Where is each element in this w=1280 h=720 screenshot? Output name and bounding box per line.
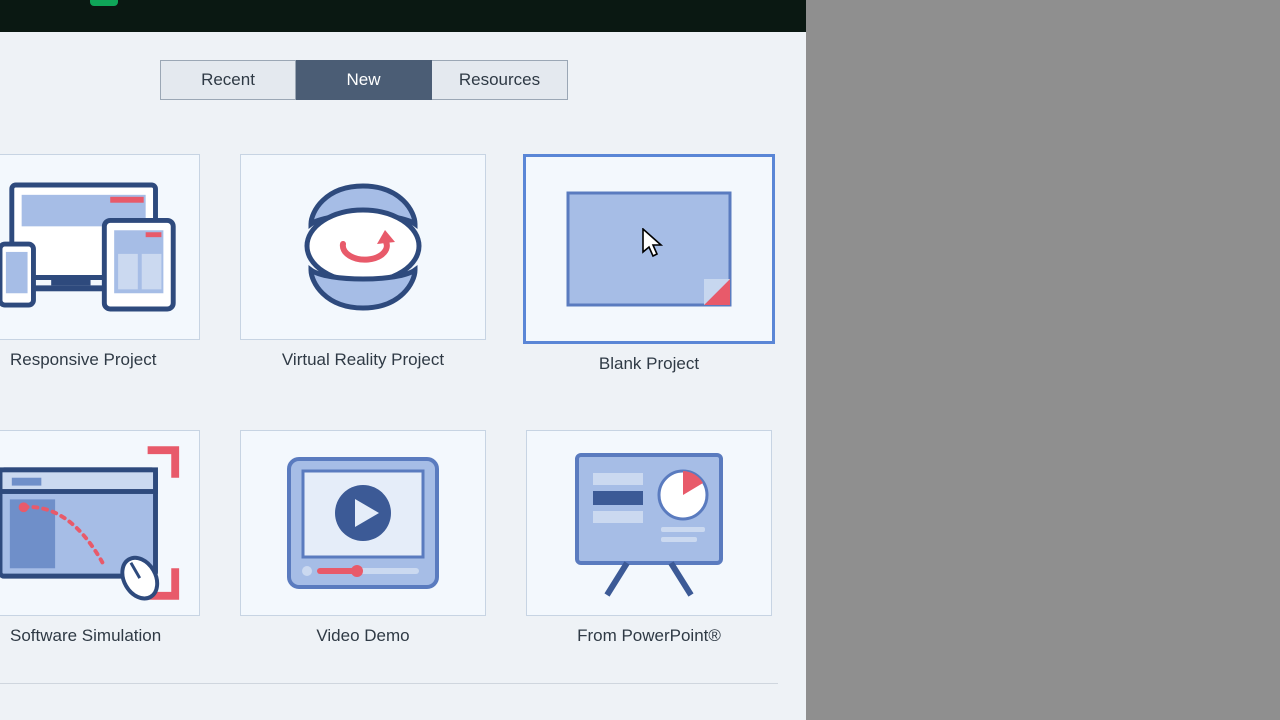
tile-blank-project[interactable]: Blank Project [526,154,772,374]
tab-resources[interactable]: Resources [432,60,568,100]
tab-bar: Recent New Resources [160,60,806,100]
tile-label: From PowerPoint® [577,626,721,646]
tile-from-powerpoint[interactable]: From PowerPoint® [526,430,772,646]
brand-accent [90,0,118,6]
powerpoint-board-icon [569,443,729,603]
responsive-devices-icon [0,172,187,322]
tile-label: Virtual Reality Project [282,350,444,370]
main-panel: Recent New Resources [0,0,806,720]
tile-software-simulation[interactable]: Software Simulation [0,430,200,646]
tab-recent[interactable]: Recent [160,60,296,100]
tile-responsive-project[interactable]: Responsive Project [0,154,200,374]
vr-headset-icon [293,182,433,312]
tab-new[interactable]: New [296,60,432,100]
tile-label: Video Demo [316,626,409,646]
section-divider [0,683,778,684]
side-panel [806,0,1280,720]
tile-virtual-reality-project[interactable]: Virtual Reality Project [240,154,486,374]
tile-video-demo[interactable]: Video Demo [240,430,486,646]
tile-label: Software Simulation [10,626,161,646]
blank-page-icon [564,189,734,309]
app-header [0,0,806,32]
software-simulation-icon [0,443,187,603]
tile-label: Responsive Project [10,350,156,370]
project-grid: Responsive Project Virtual Reality Proje… [0,154,806,646]
video-demo-icon [283,453,443,593]
tile-label: Blank Project [599,354,699,374]
